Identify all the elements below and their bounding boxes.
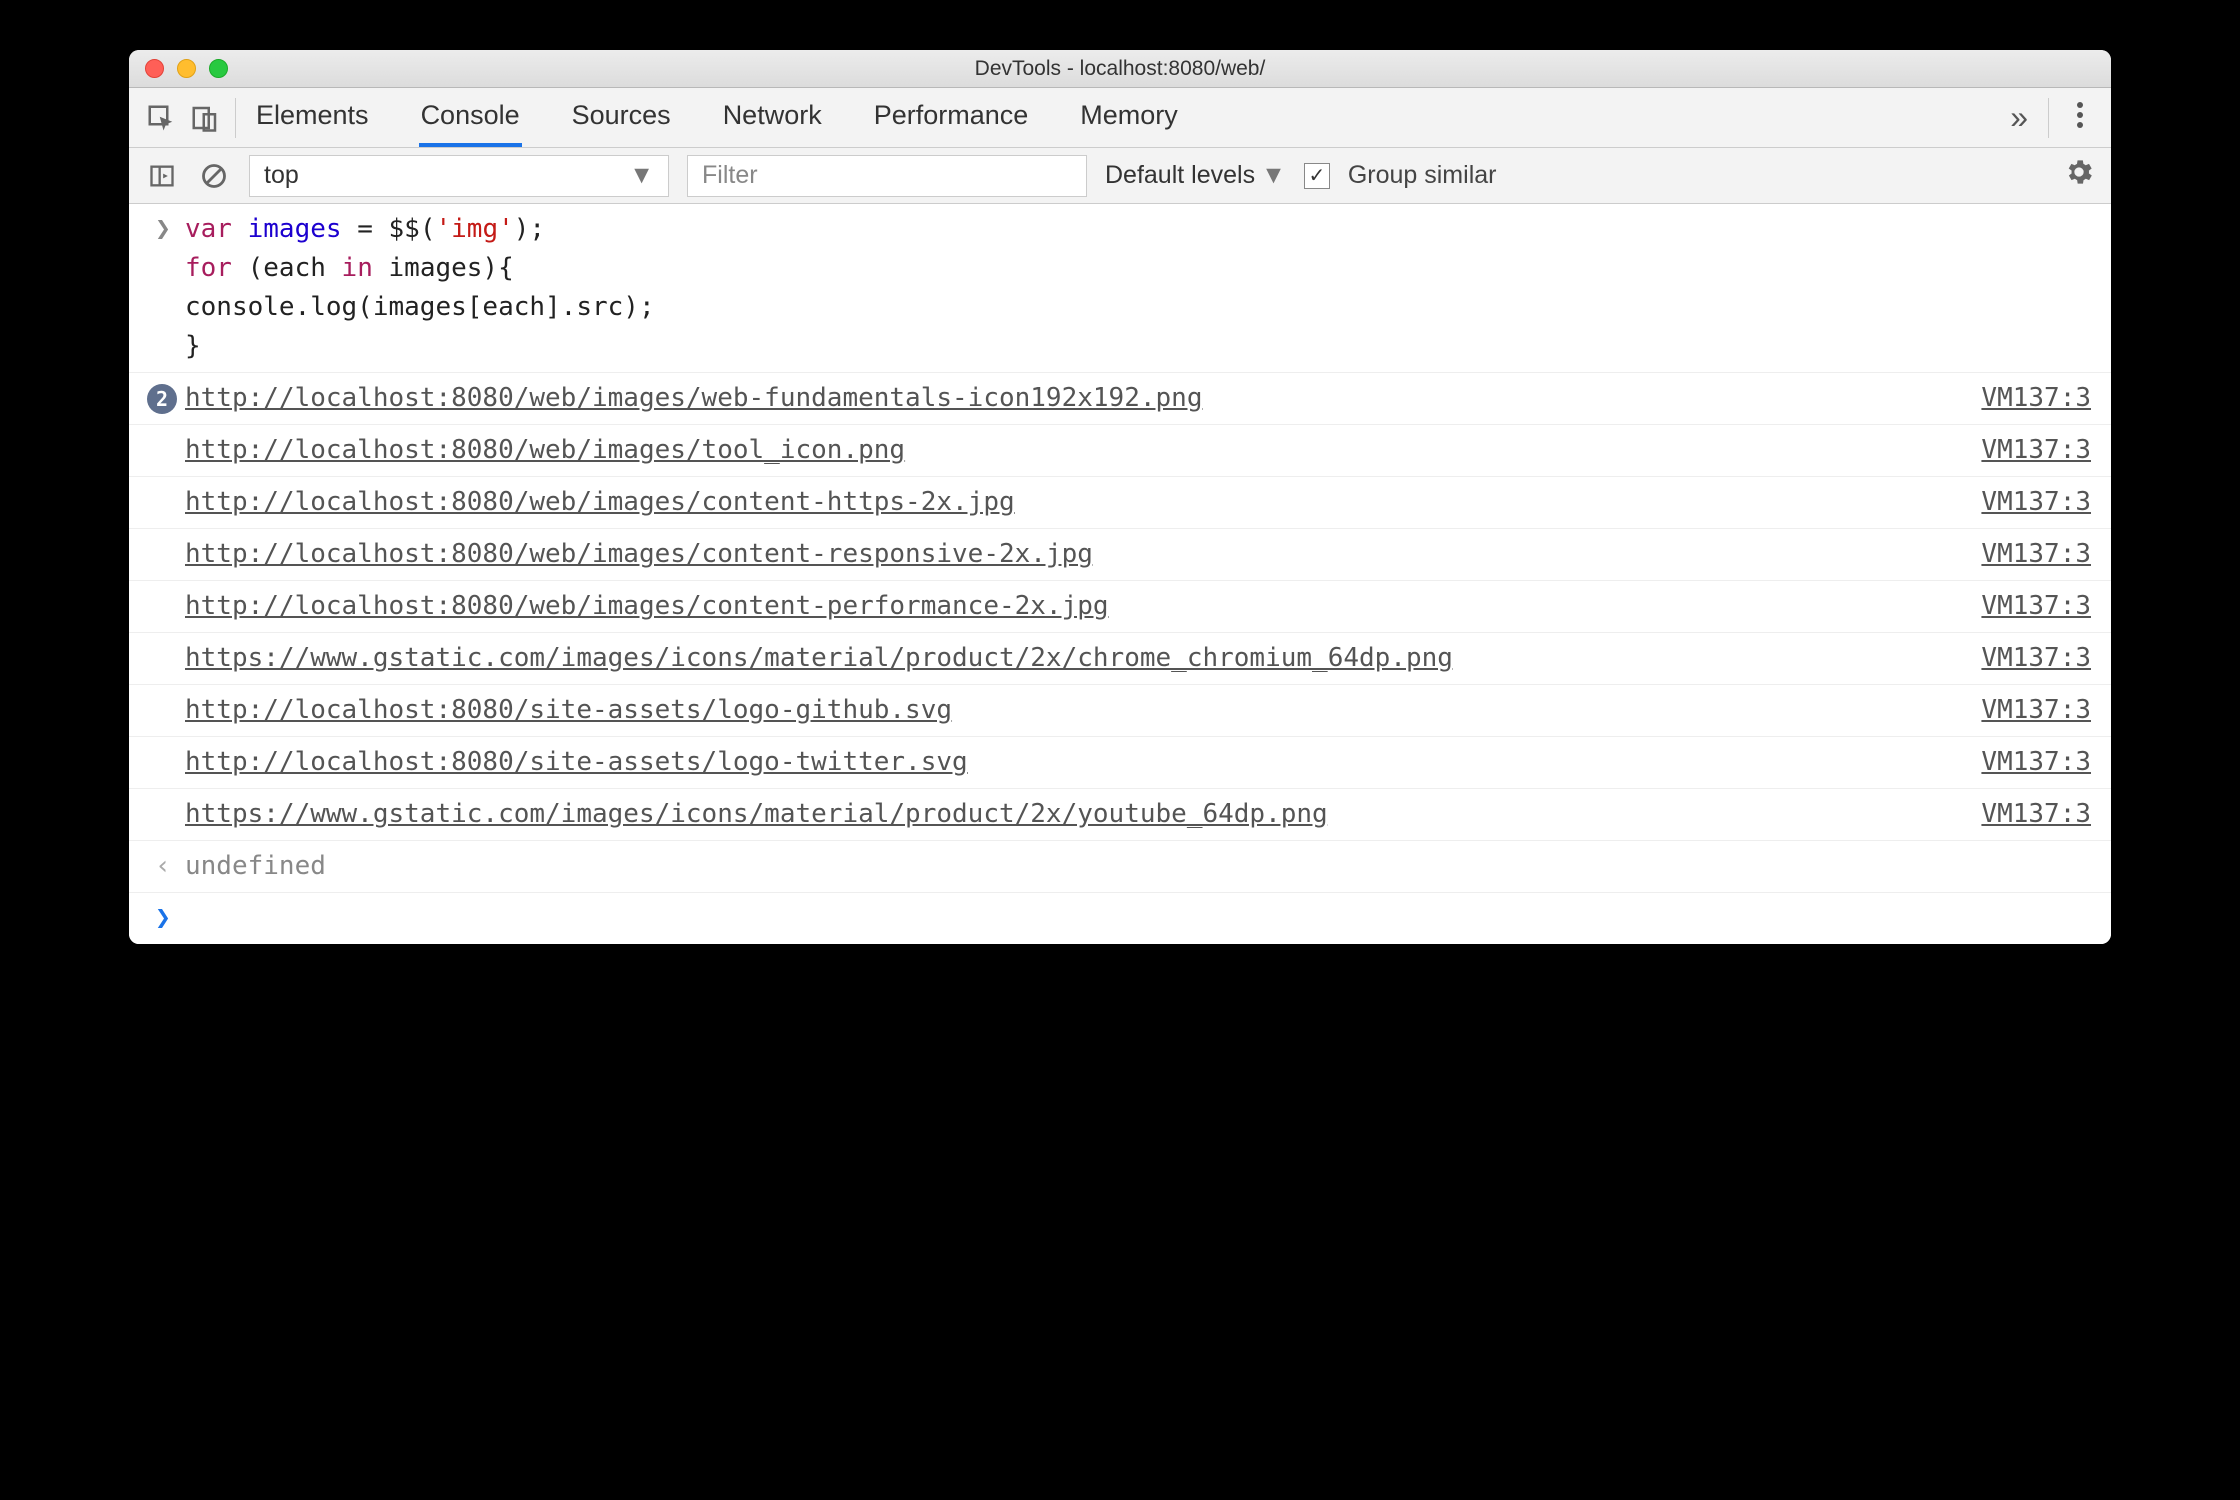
tab-memory[interactable]: Memory (1078, 88, 1180, 147)
log-source-link[interactable]: VM137:3 (1981, 799, 2091, 829)
log-url-link[interactable]: http://localhost:8080/web/images/content… (185, 487, 1015, 517)
kebab-menu-icon[interactable] (2067, 100, 2093, 135)
maximize-window-button[interactable] (209, 59, 228, 78)
log-url-link[interactable]: http://localhost:8080/web/images/web-fun… (185, 383, 1202, 413)
tab-sources[interactable]: Sources (570, 88, 673, 147)
traffic-lights (129, 59, 228, 78)
output-chevron-icon: ‹ (155, 851, 171, 881)
console-input[interactable] (185, 899, 2091, 938)
tab-network[interactable]: Network (721, 88, 824, 147)
clear-console-icon[interactable] (197, 159, 231, 193)
log-url-link[interactable]: https://www.gstatic.com/images/icons/mat… (185, 643, 1453, 673)
close-window-button[interactable] (145, 59, 164, 78)
tabstrip: Elements Console Sources Network Perform… (129, 88, 2111, 148)
console-output: ❯ var images = $$('img'); for (each in i… (129, 204, 2111, 944)
console-input-echo: ❯ var images = $$('img'); for (each in i… (129, 204, 2111, 373)
execution-context-select[interactable]: top ▼ (249, 155, 669, 197)
code-block: var images = $$('img'); for (each in ima… (185, 210, 2091, 366)
filter-input[interactable] (687, 155, 1087, 197)
console-log-row: http://localhost:8080/web/images/content… (129, 529, 2111, 581)
console-log-row: 2 http://localhost:8080/web/images/web-fu… (129, 373, 2111, 425)
console-log-row: http://localhost:8080/site-assets/logo-t… (129, 737, 2111, 789)
console-toolbar: top ▼ Default levels ▼ ✓ Group similar (129, 148, 2111, 204)
settings-gear-icon[interactable] (2063, 156, 2095, 195)
context-value: top (264, 161, 299, 190)
log-url-link[interactable]: http://localhost:8080/web/images/content… (185, 539, 1093, 569)
devtools-window: DevTools - localhost:8080/web/ Elements … (129, 50, 2111, 944)
toggle-sidebar-icon[interactable] (145, 159, 179, 193)
titlebar: DevTools - localhost:8080/web/ (129, 50, 2111, 88)
chevron-down-icon: ▼ (629, 161, 654, 190)
log-source-link[interactable]: VM137:3 (1981, 591, 2091, 621)
prompt-chevron-icon: ❯ (155, 903, 171, 933)
log-url-link[interactable]: http://localhost:8080/web/images/content… (185, 591, 1109, 621)
tab-elements[interactable]: Elements (254, 88, 371, 147)
log-url-link[interactable]: http://localhost:8080/site-assets/logo-t… (185, 747, 968, 777)
console-prompt[interactable]: ❯ (129, 893, 2111, 944)
panel-tabs: Elements Console Sources Network Perform… (254, 88, 1998, 147)
levels-label: Default levels (1105, 161, 1255, 190)
group-similar-label: Group similar (1348, 161, 1497, 190)
console-result: ‹ undefined (129, 841, 2111, 893)
repeat-count-badge: 2 (147, 384, 177, 414)
log-source-link[interactable]: VM137:3 (1981, 643, 2091, 673)
chevron-down-icon: ▼ (1261, 161, 1286, 190)
log-source-link[interactable]: VM137:3 (1981, 539, 2091, 569)
minimize-window-button[interactable] (177, 59, 196, 78)
console-log-row: http://localhost:8080/web/images/content… (129, 581, 2111, 633)
tab-console[interactable]: Console (419, 88, 522, 147)
tab-performance[interactable]: Performance (872, 88, 1031, 147)
log-source-link[interactable]: VM137:3 (1981, 695, 2091, 725)
console-log-row: http://localhost:8080/web/images/tool_ic… (129, 425, 2111, 477)
console-log-row: https://www.gstatic.com/images/icons/mat… (129, 789, 2111, 841)
group-similar-checkbox[interactable]: ✓ (1304, 163, 1330, 189)
input-chevron-icon: ❯ (155, 214, 171, 244)
separator (235, 98, 236, 138)
log-url-link[interactable]: https://www.gstatic.com/images/icons/mat… (185, 799, 1328, 829)
device-toolbar-icon[interactable] (183, 96, 227, 140)
inspect-element-icon[interactable] (139, 96, 183, 140)
console-log-row: https://www.gstatic.com/images/icons/mat… (129, 633, 2111, 685)
log-levels-select[interactable]: Default levels ▼ (1105, 161, 1286, 190)
log-source-link[interactable]: VM137:3 (1981, 435, 2091, 465)
console-log-row: http://localhost:8080/site-assets/logo-g… (129, 685, 2111, 737)
more-tabs-button[interactable]: » (1998, 99, 2040, 136)
result-value: undefined (185, 847, 2091, 886)
separator (2048, 98, 2049, 138)
log-source-link[interactable]: VM137:3 (1981, 487, 2091, 517)
log-url-link[interactable]: http://localhost:8080/site-assets/logo-g… (185, 695, 952, 725)
log-source-link[interactable]: VM137:3 (1981, 747, 2091, 777)
window-title: DevTools - localhost:8080/web/ (129, 57, 2111, 81)
log-source-link[interactable]: VM137:3 (1981, 383, 2091, 413)
console-log-row: http://localhost:8080/web/images/content… (129, 477, 2111, 529)
log-url-link[interactable]: http://localhost:8080/web/images/tool_ic… (185, 435, 905, 465)
